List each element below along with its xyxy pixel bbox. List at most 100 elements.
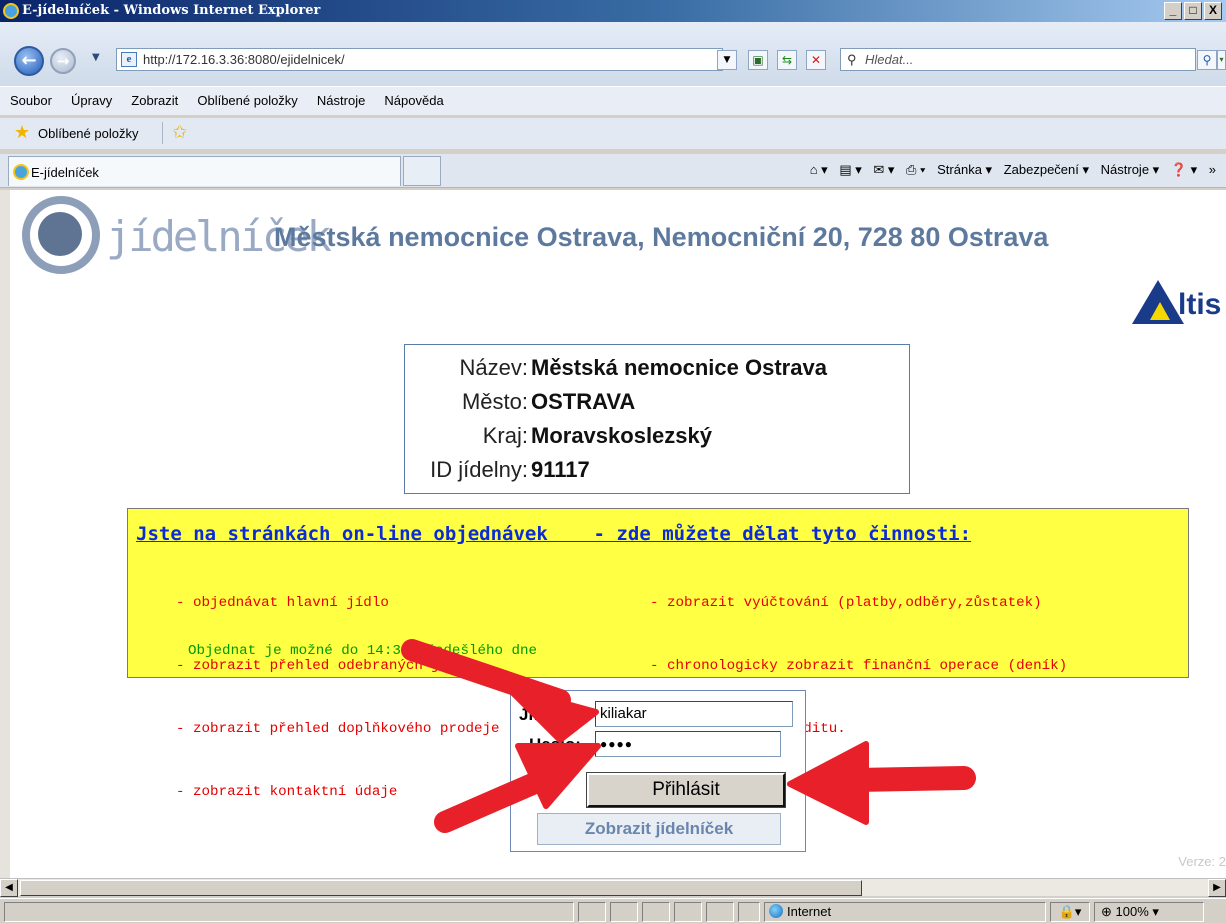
favorites-star-icon[interactable]: ★ [14,122,30,143]
refresh-icon[interactable]: ⇆ [777,50,797,70]
window-title: E-jídelníček - Windows Internet Explorer [22,3,321,18]
favorites-divider [162,122,163,144]
search-icon[interactable]: ⚲ [1197,50,1217,70]
list-item: - zobrazit kontaktní údaje [176,784,398,800]
security-zone[interactable]: Internet [764,902,1046,922]
new-tab-button[interactable] [403,156,441,186]
internet-globe-icon [769,904,783,918]
page-menu[interactable]: Stránka ▾ [937,162,992,177]
status-text [4,902,574,922]
info-label: Kraj: [482,423,528,448]
zoom-icon: ⊕ [1101,904,1116,919]
menu-oblibene[interactable]: Oblíbené položky [197,87,297,115]
more-icon[interactable]: » [1209,162,1216,177]
altis-logo: ltis [1132,280,1226,328]
title-bar: E-jídelníček - Windows Internet Explorer… [0,0,1226,22]
hospital-title: Městská nemocnice Ostrava, Nemocniční 20… [274,222,1049,252]
menu-bar: Soubor Úpravy Zobrazit Oblíbené položky … [0,86,1226,116]
online-orders-notice: Jste na stránkách on-line objednávek - z… [127,508,1189,800]
status-segment [578,902,606,922]
home-icon[interactable]: ⌂ ▾ [810,162,828,177]
command-bar: ⌂ ▾ ▤ ▾ ✉ ▾ ⎙ ▾ Stránka ▾ Zabezpečení ▾ … [802,162,1216,178]
info-value: 91117 [531,457,590,482]
compatibility-view-icon[interactable]: ▣ [748,50,768,70]
tab-label: E-jídelníček [31,165,99,180]
tab-ejidelnicek[interactable]: E-jídelníček [8,156,401,186]
altis-logo-text: ltis [1178,288,1222,321]
menu-zobrazit[interactable]: Zobrazit [131,87,178,115]
altis-triangle-inner [1150,302,1170,320]
zoom-control[interactable]: ⊕ 100% ▾ [1094,902,1204,922]
security-menu[interactable]: Zabezpečení ▾ [1004,162,1089,177]
address-dropdown-button[interactable]: ▼ [717,50,737,70]
close-button[interactable]: X [1204,2,1222,20]
help-icon[interactable]: ❓ ▾ [1171,162,1197,177]
list-item: - zobrazit vyúčtování (platby,odběry,zůs… [650,595,1042,611]
username-label: Jméno: [519,705,580,724]
maximize-button[interactable]: □ [1184,2,1202,20]
zoom-level: 100% [1115,904,1149,919]
login-button[interactable]: Přihlásit [587,773,785,807]
ejidelnicek-logo: jídelníček [22,196,332,280]
recent-pages-dropdown-icon[interactable]: ▼ [92,52,100,63]
login-form: Jméno: kiliakar Heslo: ●●●● Přihlásit Zo… [510,690,806,852]
favorites-button[interactable]: Oblíbené položky [38,126,138,141]
notice-heading: Jste na stránkách on-line objednávek - z… [136,523,972,545]
password-input[interactable]: ●●●● [595,731,781,757]
horizontal-scrollbar[interactable]: ◀ ▶ [0,878,1226,897]
tools-menu[interactable]: Nástroje ▾ [1101,162,1160,177]
show-menu-button[interactable]: Zobrazit jídelníček [537,813,781,845]
order-deadline-text: Objednat je možné do 14:30 předešlého dn… [188,643,538,659]
notice-left-list: - objednávat hlavní jídlo - zobrazit pře… [176,551,500,845]
list-item: - chronologicky zobrazit finanční operac… [650,658,1068,674]
status-segment [706,902,734,922]
info-label: Název: [459,355,528,380]
status-segment [642,902,670,922]
info-value: Moravskoslezský [531,423,712,448]
stop-icon[interactable]: ✕ [806,50,826,70]
print-icon[interactable]: ⎙ ▾ [906,162,925,177]
info-label: ID jídelny: [430,457,528,482]
status-segment [738,902,760,922]
feeds-icon[interactable]: ▤ ▾ [839,162,861,177]
back-button[interactable]: ← [14,46,44,76]
info-row-name: Název: Městská nemocnice Ostrava [405,355,905,387]
zone-label: Internet [787,904,832,919]
page-icon: e [121,52,137,67]
ie-window: E-jídelníček - Windows Internet Explorer… [0,0,1226,923]
protected-mode-icon[interactable]: 🔒▾ [1050,902,1090,922]
content-left-gutter [0,190,10,878]
tab-ie-icon [13,164,29,180]
forward-button[interactable]: → [50,48,76,74]
username-input[interactable]: kiliakar [595,701,793,727]
menu-upravy[interactable]: Úpravy [71,87,112,115]
list-item: - zobrazit přehled odebraných jídel [176,658,474,674]
scroll-left-icon[interactable]: ◀ [0,879,18,897]
password-label: Heslo: [529,735,581,754]
address-url: http://172.16.3.36:8080/ejidelnicek/ [143,52,345,67]
status-segment [674,902,702,922]
search-input[interactable]: ⚲ Hledat... [840,48,1196,71]
menu-soubor[interactable]: Soubor [10,87,52,115]
search-box-icon: ⚲ [847,52,857,67]
scroll-thumb[interactable] [20,880,862,896]
status-bar: Internet 🔒▾ ⊕ 100% ▾ [0,898,1226,923]
tab-bar: E-jídelníček ⌂ ▾ ▤ ▾ ✉ ▾ ⎙ ▾ Stránka ▾ Z… [0,154,1226,188]
address-field[interactable]: e http://172.16.3.36:8080/ejidelnicek/ [116,48,723,71]
add-to-favorites-icon[interactable]: ✩ [172,122,187,143]
mail-icon[interactable]: ✉ ▾ [873,162,894,177]
version-label: Verze: 2 [1178,854,1226,869]
info-row-id: ID jídelny: 91117 [405,457,905,489]
search-placeholder: Hledat... [865,52,914,67]
menu-napoveda[interactable]: Nápověda [384,87,443,115]
status-segment [610,902,638,922]
ie-logo-icon [3,3,19,19]
menu-nastroje[interactable]: Nástroje [317,87,365,115]
list-item: - objednávat hlavní jídlo [176,595,389,611]
logo-face-icon [38,212,82,256]
scroll-right-icon[interactable]: ▶ [1208,879,1226,897]
favorites-bar: ★ Oblíbené položky ✩ [0,118,1226,150]
search-options-icon[interactable]: ▾ [1217,50,1226,70]
canteen-info-box: Název: Městská nemocnice Ostrava Město: … [404,344,910,494]
minimize-button[interactable]: _ [1164,2,1182,20]
